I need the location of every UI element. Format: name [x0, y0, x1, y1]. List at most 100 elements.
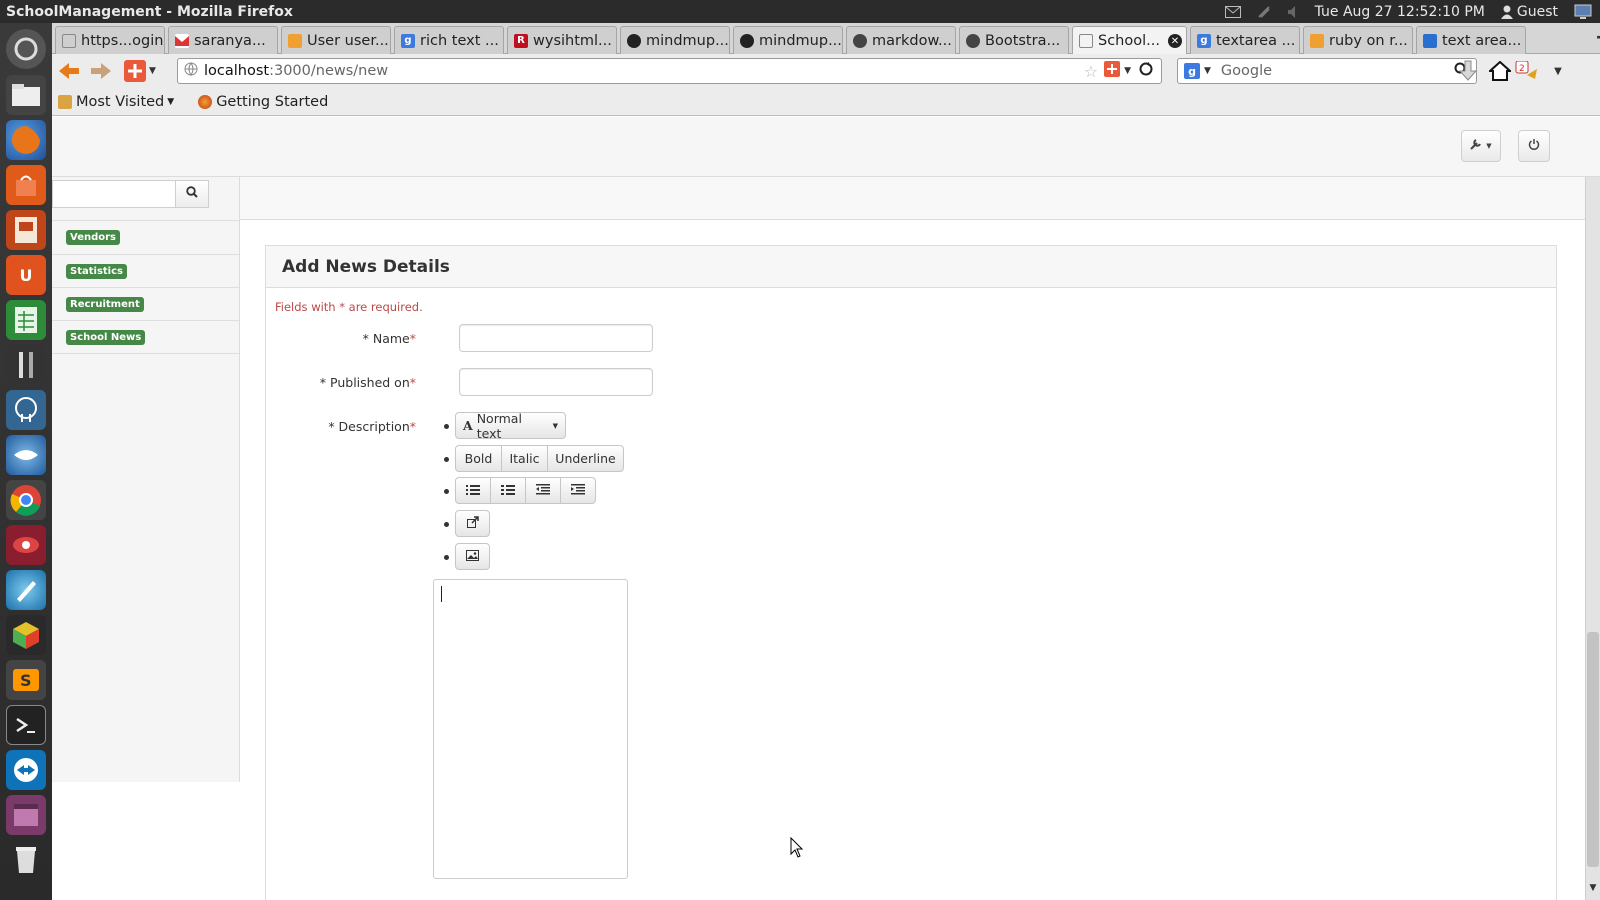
scrollbar-thumb[interactable]	[1587, 632, 1599, 867]
user-menu[interactable]: Guest	[1500, 4, 1558, 20]
italic-button[interactable]: Italic	[501, 445, 548, 472]
search-bar[interactable]: g ▼ Google	[1177, 58, 1477, 84]
addon-plus-icon[interactable]	[1104, 61, 1121, 81]
reload-icon[interactable]	[1139, 62, 1153, 80]
system-top-bar: SchoolManagement - Mozilla Firefox Tue A…	[0, 0, 1600, 23]
workspace-icon[interactable]	[6, 795, 46, 835]
tab-2[interactable]: saranya...	[168, 26, 278, 54]
inkscape-icon[interactable]	[6, 570, 46, 610]
sidebar-item-statistics[interactable]: Statistics	[52, 254, 240, 288]
back-button[interactable]	[55, 58, 83, 84]
tab-5[interactable]: R wysihtml...	[507, 26, 617, 54]
postgres-icon[interactable]	[6, 390, 46, 430]
sidebar-item-label[interactable]: Recruitment	[66, 297, 144, 312]
r-icon: R	[514, 33, 528, 48]
close-tab-icon[interactable]: ✕	[1167, 34, 1182, 48]
content-subheader	[240, 177, 1585, 220]
bold-button[interactable]: Bold	[455, 445, 502, 472]
teamviewer-icon[interactable]	[6, 750, 46, 790]
most-visited-bookmark[interactable]: Most Visited ▼	[58, 94, 174, 110]
sidebar-item-school-news[interactable]: School News	[52, 320, 240, 354]
sidebar-item-label[interactable]: School News	[66, 329, 146, 345]
sidebar-item-label[interactable]: Statistics	[66, 264, 127, 279]
user-icon	[1500, 5, 1513, 19]
sublime-icon[interactable]: S	[6, 660, 46, 700]
tab-label: mindmup...	[646, 32, 729, 49]
tab-9[interactable]: Bootstra...	[959, 26, 1069, 54]
insert-image-button[interactable]	[455, 543, 490, 570]
tab-4[interactable]: g rich text ...	[394, 26, 504, 54]
tab-7[interactable]: mindmup...	[733, 26, 843, 54]
dash-icon[interactable]	[6, 29, 46, 69]
getting-started-bookmark[interactable]: Getting Started	[198, 94, 328, 110]
unordered-list-button[interactable]	[455, 477, 491, 504]
eye-app-icon[interactable]	[6, 525, 46, 565]
tab-12[interactable]: ruby on r...	[1303, 26, 1413, 54]
home-icon[interactable]	[1486, 58, 1514, 84]
sidebar-search-button[interactable]	[175, 180, 209, 208]
name-input[interactable]	[459, 324, 653, 352]
image-icon	[466, 549, 479, 564]
files-icon[interactable]	[6, 75, 46, 115]
logout-button[interactable]	[1518, 130, 1550, 162]
font-icon: A	[463, 418, 473, 433]
share-link-icon	[466, 516, 479, 531]
mail-icon[interactable]	[1224, 5, 1241, 18]
ordered-list-button[interactable]	[490, 477, 526, 504]
tab-3[interactable]: User user...	[281, 26, 391, 54]
outdent-icon	[536, 483, 550, 498]
notification-badge-icon[interactable]: 2	[1514, 58, 1542, 84]
addon-button[interactable]: ▼	[120, 58, 160, 84]
mouse-pointer-icon	[790, 836, 804, 863]
tab-6[interactable]: mindmup...	[620, 26, 730, 54]
settings-monitor-icon[interactable]	[1574, 4, 1592, 20]
sidebar-item-vendors[interactable]: Vendors	[52, 220, 240, 254]
published-on-input[interactable]	[459, 368, 653, 396]
sidebar-search-input[interactable]	[52, 180, 176, 208]
chevron-down-icon[interactable]: ▼	[1124, 66, 1131, 76]
tab-13[interactable]: text area...	[1416, 26, 1526, 54]
gmail-icon	[175, 33, 189, 48]
url-bar[interactable]: localhost:3000/news/new ☆ ▼	[177, 58, 1162, 84]
new-tab-button[interactable]: +	[1592, 27, 1600, 51]
page-scrollbar[interactable]: ▼	[1585, 177, 1600, 900]
network-icon[interactable]	[1257, 5, 1271, 19]
tab-8[interactable]: markdow...	[846, 26, 956, 54]
scroll-down-arrow-icon[interactable]: ▼	[1587, 883, 1599, 897]
description-editor[interactable]	[433, 579, 628, 879]
chrome-icon[interactable]	[6, 480, 46, 520]
volume-icon[interactable]	[1287, 5, 1299, 19]
insert-link-button[interactable]	[455, 510, 490, 537]
trash-icon[interactable]	[6, 840, 46, 880]
settings-button[interactable]: ▼	[1461, 130, 1501, 162]
calc-icon[interactable]	[6, 300, 46, 340]
tab-active-school[interactable]: School... ✕	[1072, 26, 1187, 55]
tab-label: textarea ...	[1216, 32, 1296, 49]
firefox-icon[interactable]	[6, 120, 46, 160]
tools-icon[interactable]	[6, 345, 46, 385]
bookmark-star-icon[interactable]: ☆	[1084, 62, 1098, 81]
software-center-icon[interactable]	[6, 165, 46, 205]
clock[interactable]: Tue Aug 27 12:52:10 PM	[1315, 4, 1485, 20]
indent-button[interactable]	[560, 477, 596, 504]
sidebar-item-label[interactable]: Vendors	[66, 230, 121, 245]
terminal-icon[interactable]	[6, 705, 46, 745]
outdent-button[interactable]	[525, 477, 561, 504]
thunderbird-icon[interactable]	[6, 435, 46, 475]
link-group	[455, 510, 490, 537]
image-group	[455, 543, 490, 570]
text-style-dropdown[interactable]: A Normal text ▼	[455, 411, 566, 441]
underline-button[interactable]: Underline	[547, 445, 624, 472]
tab-11[interactable]: g textarea ...	[1190, 26, 1300, 54]
cube-app-icon[interactable]	[6, 615, 46, 655]
tab-1[interactable]: https...ogin	[55, 26, 165, 54]
url-path: :3000/news/new	[269, 63, 389, 79]
ubuntu-one-icon[interactable]: U	[6, 255, 46, 295]
chevron-down-icon: ▼	[552, 421, 558, 430]
sidebar-item-recruitment[interactable]: Recruitment	[52, 287, 240, 321]
forward-button[interactable]	[87, 58, 115, 84]
menu-chevron-icon[interactable]: ▼	[1544, 58, 1572, 84]
impress-icon[interactable]	[6, 210, 46, 250]
download-icon[interactable]	[1454, 58, 1482, 84]
wrench-icon	[1470, 138, 1482, 154]
